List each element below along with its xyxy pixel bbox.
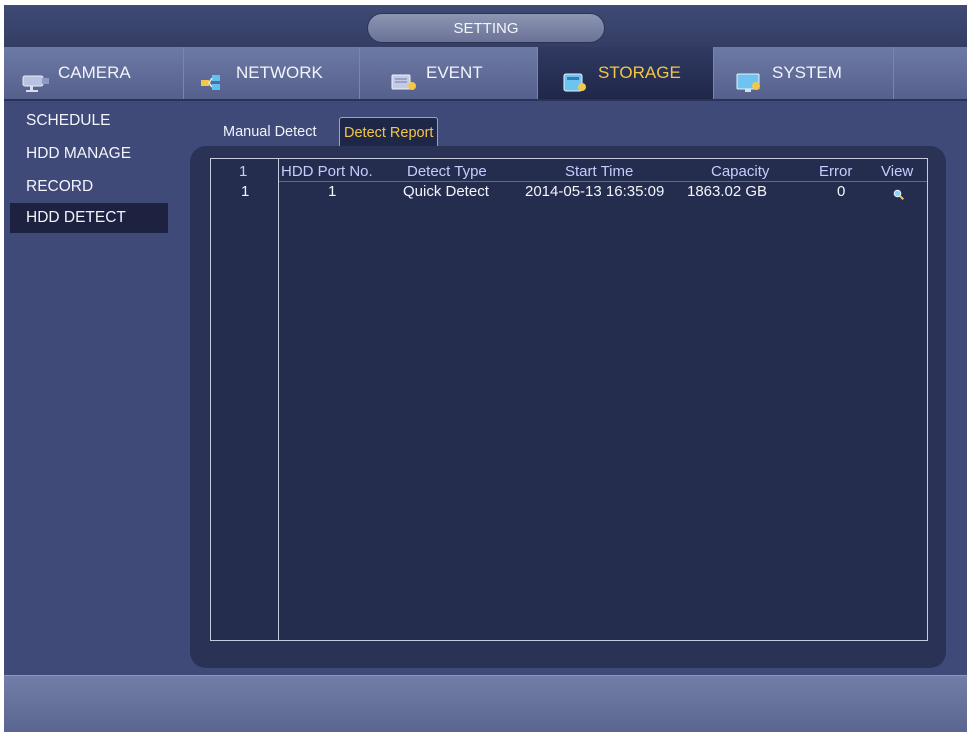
- sidebar-item-hdd-detect[interactable]: HDD DETECT: [10, 203, 168, 233]
- detect-report-table: 1 HDD Port No. Detect Type Start Time Ca…: [210, 158, 928, 641]
- column-header-view: View: [881, 163, 914, 180]
- row-error: 0: [837, 183, 846, 200]
- tab-system[interactable]: SYSTEM: [714, 47, 894, 99]
- row-start-time: 2014-05-13 16:35:09: [525, 183, 665, 200]
- magnifier-icon: [893, 187, 905, 201]
- view-report-button[interactable]: [893, 187, 905, 204]
- tab-detect-report[interactable]: Detect Report: [339, 117, 439, 147]
- column-header-error: Error: [819, 163, 853, 180]
- event-icon: [388, 62, 420, 90]
- tab-event-label: EVENT: [426, 63, 483, 82]
- tab-storage-label: STORAGE: [598, 63, 681, 82]
- row-index: 1: [241, 183, 250, 200]
- bottom-bar: [4, 675, 967, 732]
- tab-system-label: SYSTEM: [772, 63, 842, 82]
- system-icon: [734, 62, 766, 92]
- column-header-index: 1: [239, 163, 248, 180]
- header-divider: [279, 181, 927, 182]
- tab-camera[interactable]: CAMERA: [4, 47, 184, 99]
- sidebar: SCHEDULE HDD MANAGE RECORD HDD DETECT: [4, 99, 184, 659]
- column-separator: [278, 159, 279, 640]
- tab-manual-detect[interactable]: Manual Detect: [219, 117, 321, 147]
- sidebar-item-schedule[interactable]: SCHEDULE: [10, 106, 168, 136]
- tab-event[interactable]: EVENT: [360, 47, 538, 99]
- sidebar-item-hdd-manage[interactable]: HDD MANAGE: [10, 139, 168, 169]
- tab-network[interactable]: NETWORK: [184, 47, 360, 99]
- column-header-detect-type: Detect Type: [407, 163, 487, 180]
- sidebar-item-record[interactable]: RECORD: [10, 172, 168, 202]
- storage-icon: [560, 62, 592, 92]
- column-header-port: HDD Port No.: [281, 163, 373, 180]
- row-capacity: 1863.02 GB: [687, 183, 768, 200]
- tab-camera-label: CAMERA: [58, 63, 131, 82]
- column-header-start-time: Start Time: [565, 163, 634, 180]
- title-bar: SETTING: [4, 5, 967, 47]
- tab-storage[interactable]: STORAGE: [538, 47, 714, 99]
- network-icon: [198, 62, 230, 90]
- camera-icon: [20, 62, 52, 92]
- column-header-capacity: Capacity: [711, 163, 770, 180]
- setting-window: SETTING CAMERA NETWORK EVENT STORAGE SYS…: [4, 5, 967, 732]
- row-port: 1: [328, 183, 337, 200]
- report-panel: 1 HDD Port No. Detect Type Start Time Ca…: [190, 146, 946, 668]
- row-detect-type: Quick Detect: [403, 183, 489, 200]
- tab-network-label: NETWORK: [236, 63, 323, 82]
- main-tab-bar: CAMERA NETWORK EVENT STORAGE SYSTEM: [4, 47, 967, 101]
- window-title: SETTING: [367, 13, 605, 43]
